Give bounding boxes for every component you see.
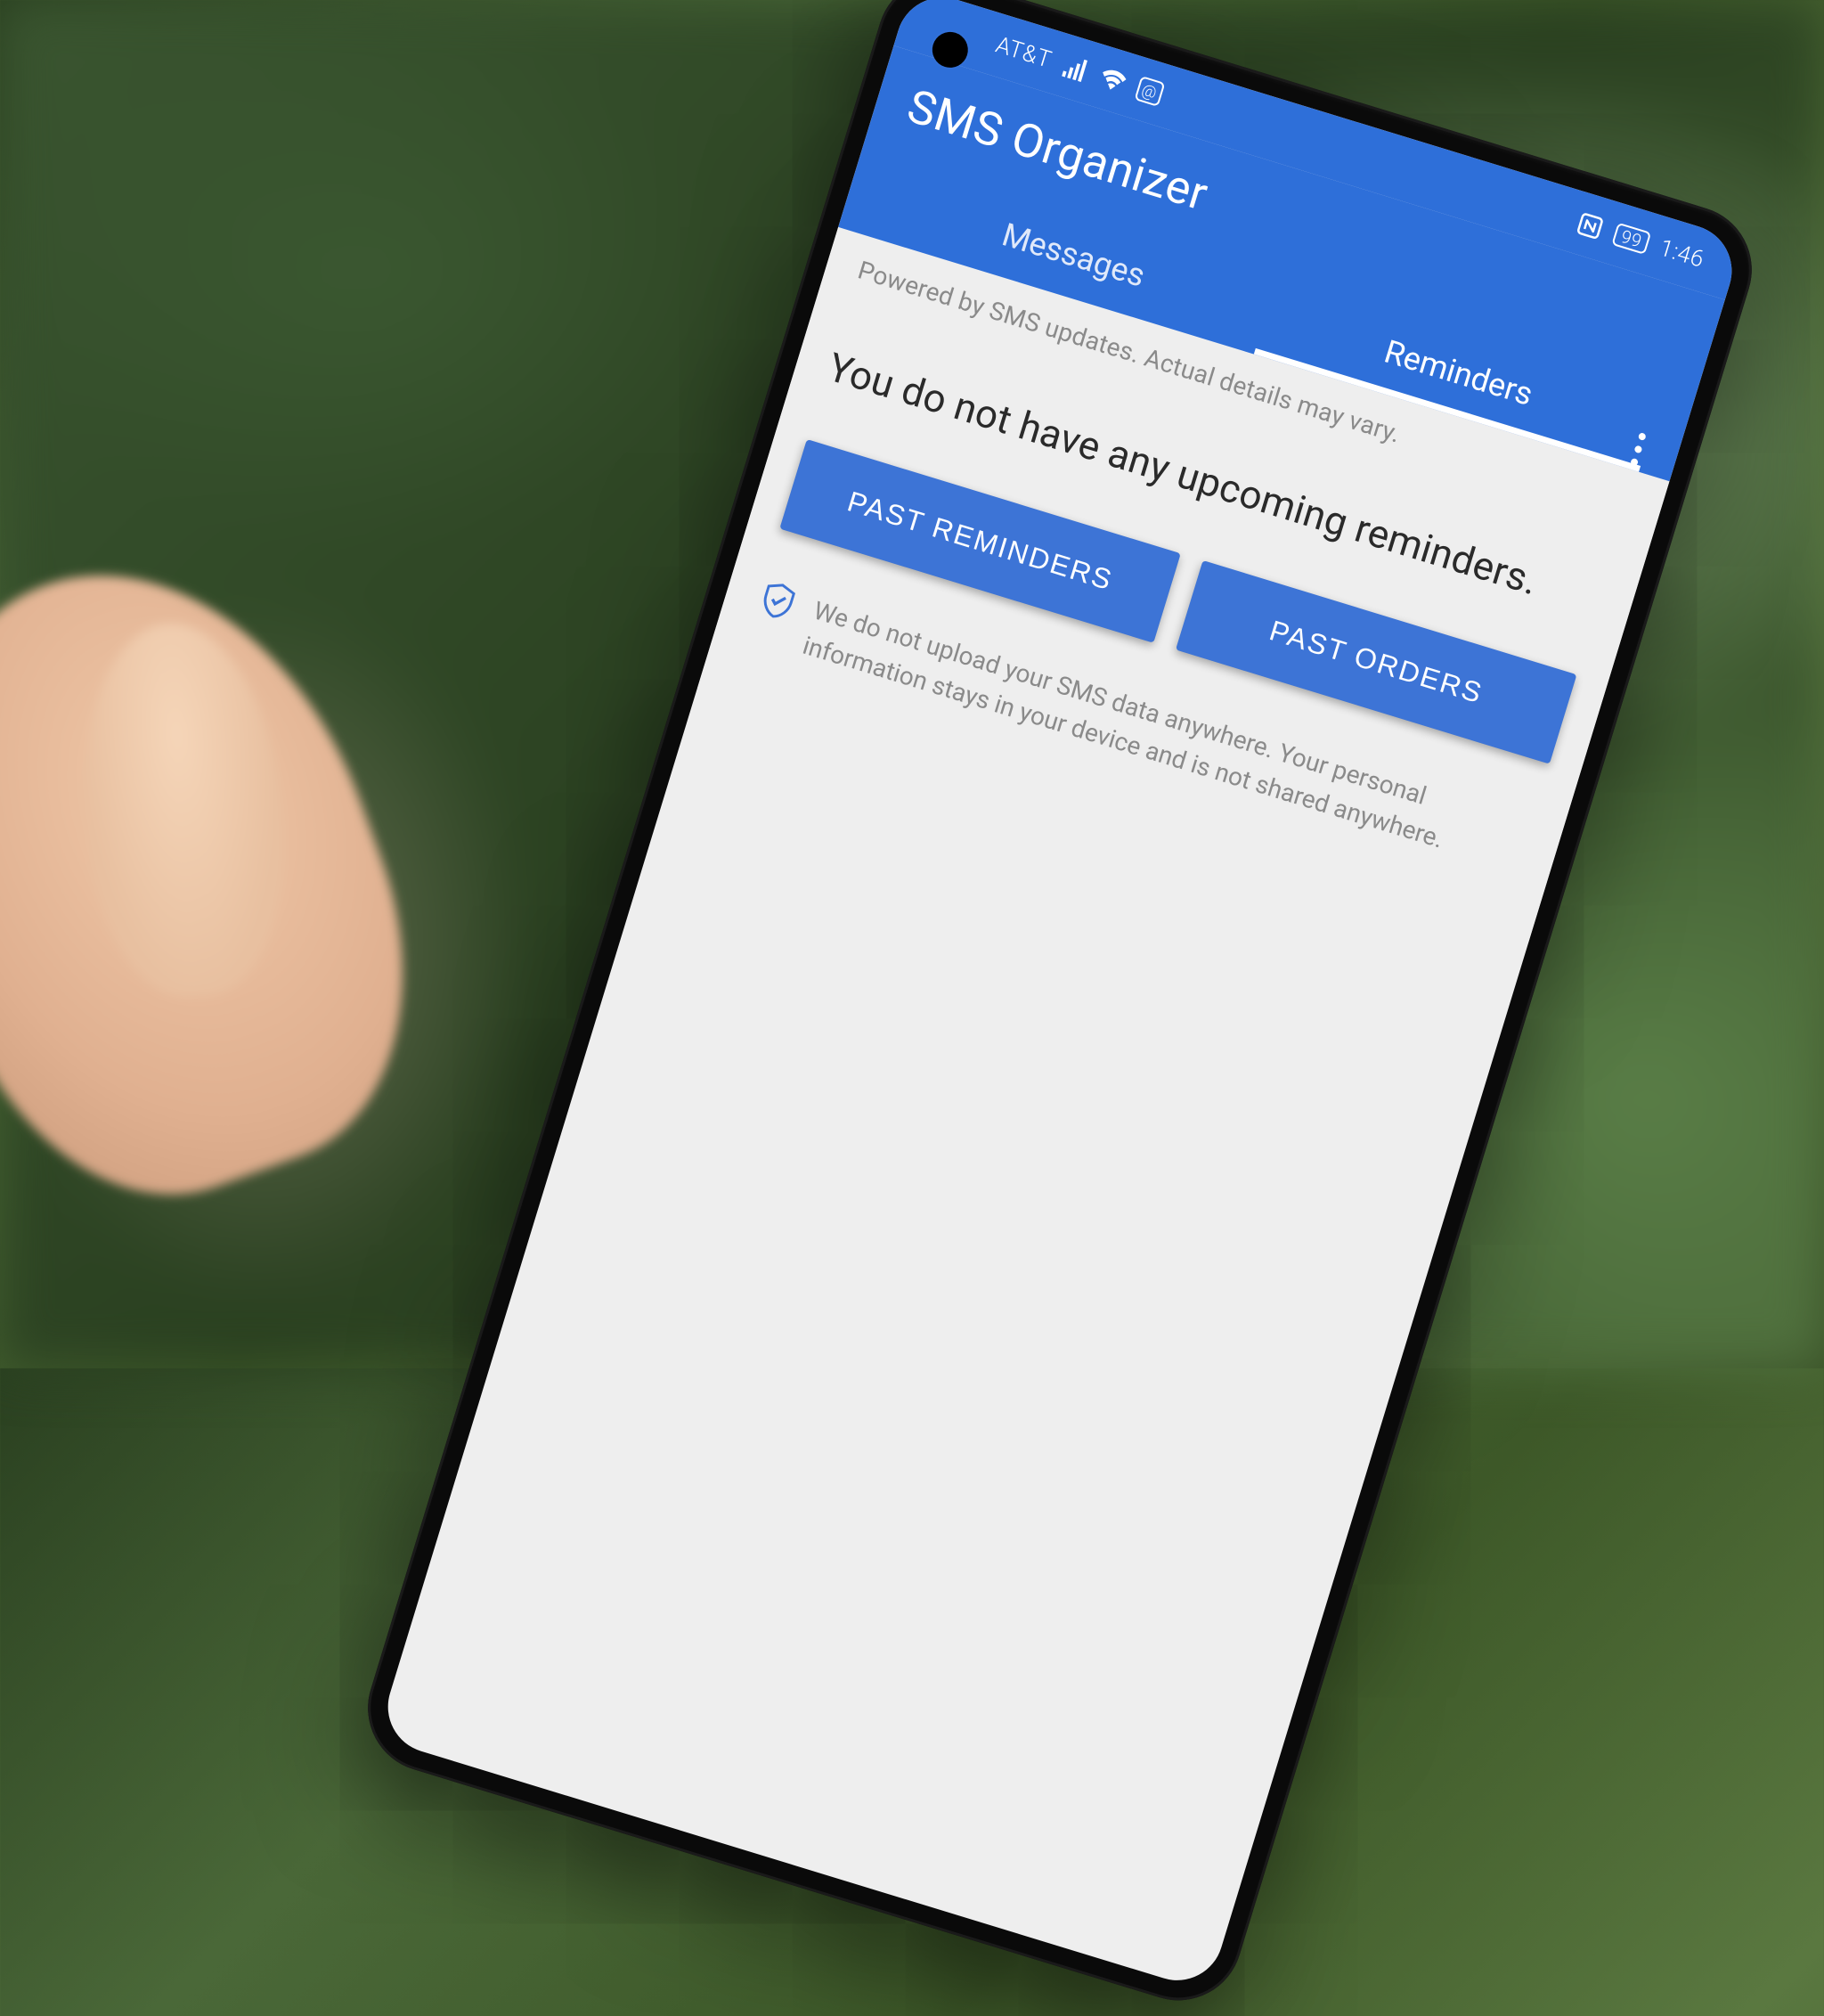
nfc-icon [1574, 209, 1607, 242]
carrier-label: AT&T [992, 32, 1054, 74]
at-sign-icon: @ [1134, 76, 1165, 107]
battery-level: 99 [1619, 227, 1644, 250]
wifi-icon [1096, 63, 1129, 96]
battery-indicator: 99 [1611, 223, 1651, 255]
cellular-signal-icon [1059, 52, 1092, 85]
clock: 1:46 [1657, 234, 1707, 273]
shield-check-icon [753, 576, 802, 629]
